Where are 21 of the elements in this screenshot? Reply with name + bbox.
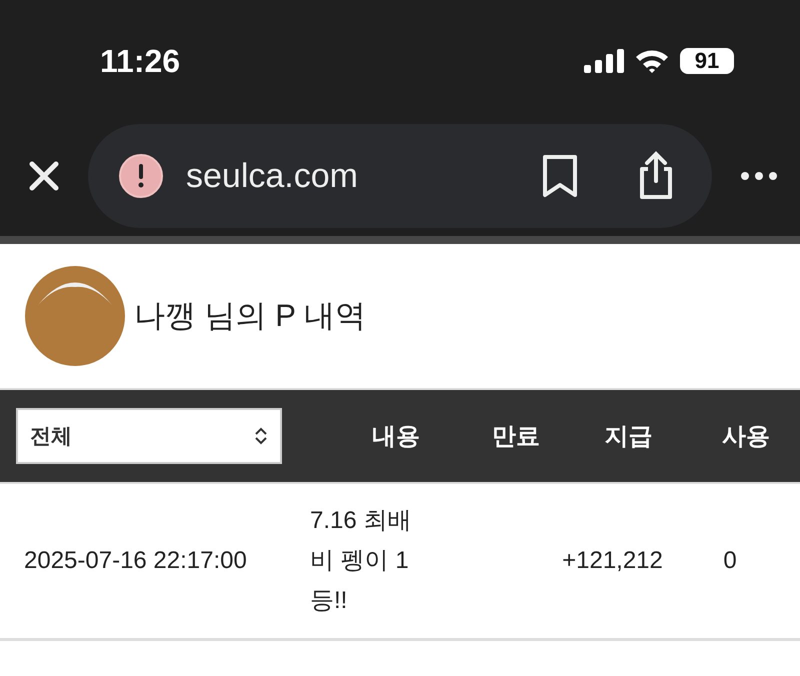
wifi-icon (634, 48, 670, 74)
warning-icon (118, 153, 164, 199)
column-header: 지급 (604, 422, 654, 452)
close-icon[interactable] (28, 160, 60, 192)
table-cell-text: 7.16 최배비 펭이 1등!! (310, 506, 412, 616)
signal-icon (584, 49, 624, 73)
column-header: 만료 (491, 422, 541, 452)
address-bar[interactable]: seulca.com (88, 124, 712, 228)
filter-select[interactable]: 전체 (16, 408, 282, 464)
table-cell-text: +121,212 (561, 547, 664, 575)
table-cell-text: 0 (722, 547, 738, 575)
bookmark-icon[interactable] (542, 154, 578, 198)
page-title: 나깽 님의 P 내역 (134, 297, 366, 335)
more-icon[interactable] (740, 171, 778, 181)
column-header: 사용 (721, 422, 771, 452)
column-header: 내용 (371, 422, 421, 452)
url-text: seulca.com (186, 156, 359, 196)
battery-indicator: 91 (680, 48, 734, 74)
table-cell-text: 2025-07-16 22:17:00 (23, 547, 248, 575)
chevron-updown-icon (254, 426, 268, 446)
status-time: 11:26 (100, 42, 180, 80)
